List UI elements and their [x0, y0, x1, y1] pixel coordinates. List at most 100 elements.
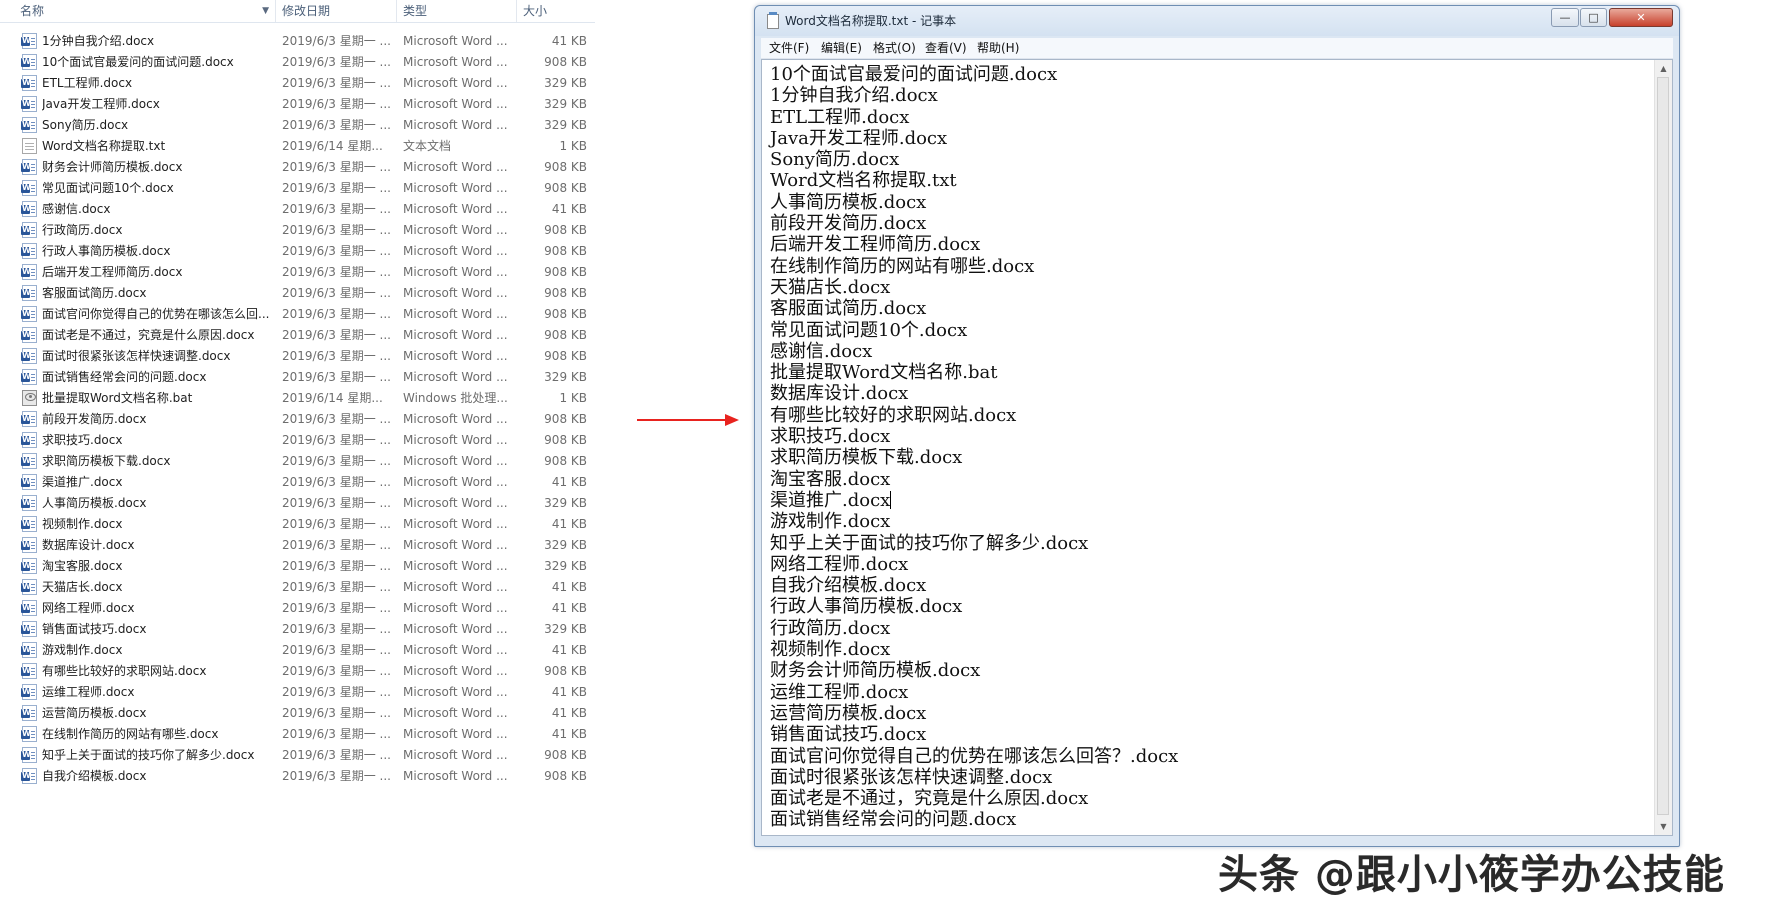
- text-line-content: 网络工程师.docx: [770, 553, 909, 575]
- file-size: 908 KB: [544, 55, 587, 69]
- file-name: 知乎上关于面试的技巧你了解多少.docx: [42, 748, 255, 762]
- file-type: Microsoft Word ...: [403, 55, 508, 69]
- file-date: 2019/6/3 星期一 ...: [282, 370, 391, 384]
- text-line: 知乎上关于面试的技巧你了解多少.docx: [770, 533, 1640, 554]
- text-line-content: 感谢信.docx: [770, 340, 873, 362]
- file-row[interactable]: 感谢信.docx 2019/6/3 星期一 ... Microsoft Word .…: [0, 199, 595, 220]
- text-line: 面试老是不通过，究竟是什么原因.docx: [770, 788, 1640, 809]
- batch-file-icon: [22, 390, 37, 406]
- menu-format[interactable]: 格式(O): [873, 38, 916, 58]
- file-row[interactable]: 后端开发工程师简历.docx 2019/6/3 星期一 ... Microsoft …: [0, 262, 595, 283]
- file-type: Microsoft Word ...: [403, 601, 508, 615]
- file-size: 41 KB: [551, 706, 587, 720]
- file-size: 41 KB: [551, 643, 587, 657]
- file-row[interactable]: 运维工程师.docx 2019/6/3 星期一 ... Microsoft Word…: [0, 682, 595, 703]
- file-row[interactable]: 数据库设计.docx 2019/6/3 星期一 ... Microsoft Word…: [0, 535, 595, 556]
- file-row[interactable]: 1分钟自我介绍.docx 2019/6/3 星期一 ... Microsoft Wo…: [0, 31, 595, 52]
- word-doc-icon: [21, 306, 37, 322]
- file-row[interactable]: 面试老是不通过，究竟是什么原因.docx 2019/6/3 星期一 ... Micr…: [0, 325, 595, 346]
- file-row[interactable]: 10个面试官最爱问的面试问题.docx 2019/6/3 星期一 ... Micro…: [0, 52, 595, 73]
- file-name: Sony简历.docx: [42, 118, 129, 132]
- file-row[interactable]: 行政简历.docx 2019/6/3 星期一 ... Microsoft Word …: [0, 220, 595, 241]
- file-name: 求职技巧.docx: [42, 433, 123, 447]
- file-type: Microsoft Word ...: [403, 454, 508, 468]
- file-type: Microsoft Word ...: [403, 265, 508, 279]
- file-row[interactable]: 在线制作简历的网站有哪些.docx 2019/6/3 星期一 ... Microso…: [0, 724, 595, 745]
- scroll-down-arrow-icon[interactable]: ▼: [1655, 818, 1672, 835]
- menu-edit[interactable]: 编辑(E): [821, 38, 862, 58]
- word-doc-icon: [21, 54, 37, 70]
- file-row[interactable]: 求职技巧.docx 2019/6/3 星期一 ... Microsoft Word …: [0, 430, 595, 451]
- file-row[interactable]: 渠道推广.docx 2019/6/3 星期一 ... Microsoft Word …: [0, 472, 595, 493]
- menu-file[interactable]: 文件(F): [769, 38, 809, 58]
- text-line: 1分钟自我介绍.docx: [770, 85, 1640, 106]
- file-row[interactable]: 游戏制作.docx 2019/6/3 星期一 ... Microsoft Word …: [0, 640, 595, 661]
- file-row[interactable]: 行政人事简历模板.docx 2019/6/3 星期一 ... Microsoft W…: [0, 241, 595, 262]
- menu-view[interactable]: 查看(V): [925, 38, 967, 58]
- close-button[interactable]: ✕: [1609, 8, 1673, 27]
- file-row[interactable]: 面试官问你觉得自己的优势在哪该怎么回... 2019/6/3 星期一 ... Mic…: [0, 304, 595, 325]
- text-line-content: 行政简历.docx: [770, 617, 891, 639]
- maximize-button[interactable]: □: [1580, 8, 1607, 27]
- file-row[interactable]: 知乎上关于面试的技巧你了解多少.docx 2019/6/3 星期一 ... Micr…: [0, 745, 595, 766]
- text-line-content: 有哪些比较好的求职网站.docx: [770, 404, 1017, 426]
- text-content[interactable]: 10个面试官最爱问的面试问题.docx 1分钟自我介绍.docx ETL工程师.do…: [770, 64, 1640, 831]
- file-row[interactable]: 前段开发简历.docx 2019/6/3 星期一 ... Microsoft Wor…: [0, 409, 595, 430]
- file-row[interactable]: 运营简历模板.docx 2019/6/3 星期一 ... Microsoft Wor…: [0, 703, 595, 724]
- file-size: 908 KB: [544, 433, 587, 447]
- word-doc-icon: [21, 495, 37, 511]
- file-date: 2019/6/3 星期一 ...: [282, 496, 391, 510]
- file-size: 908 KB: [544, 181, 587, 195]
- text-line: Java开发工程师.docx: [770, 128, 1640, 149]
- file-row[interactable]: 销售面试技巧.docx 2019/6/3 星期一 ... Microsoft Wor…: [0, 619, 595, 640]
- scroll-up-arrow-icon[interactable]: ▲: [1655, 60, 1672, 77]
- file-date: 2019/6/3 星期一 ...: [282, 181, 391, 195]
- file-size: 1 KB: [559, 391, 587, 405]
- file-row[interactable]: 客服面试简历.docx 2019/6/3 星期一 ... Microsoft Wor…: [0, 283, 595, 304]
- file-type: Microsoft Word ...: [403, 370, 508, 384]
- file-row[interactable]: 淘宝客服.docx 2019/6/3 星期一 ... Microsoft Word …: [0, 556, 595, 577]
- file-date: 2019/6/3 星期一 ...: [282, 349, 391, 363]
- chevron-down-icon[interactable]: ▼: [262, 0, 269, 22]
- word-doc-icon: [21, 369, 37, 385]
- file-size: 908 KB: [544, 454, 587, 468]
- file-name: 数据库设计.docx: [42, 538, 135, 552]
- file-row[interactable]: 批量提取Word文档名称.bat 2019/6/14 星期... Windows 批…: [0, 388, 595, 409]
- file-row[interactable]: 视频制作.docx 2019/6/3 星期一 ... Microsoft Word …: [0, 514, 595, 535]
- notepad-icon: [767, 12, 779, 29]
- file-row[interactable]: 人事简历模板.docx 2019/6/3 星期一 ... Microsoft Wor…: [0, 493, 595, 514]
- file-size: 908 KB: [544, 748, 587, 762]
- column-header-size[interactable]: 大小: [517, 0, 595, 22]
- menu-help[interactable]: 帮助(H): [977, 38, 1019, 58]
- text-line-content: 面试官问你觉得自己的优势在哪该怎么回答？.docx: [770, 745, 1179, 767]
- text-line: 10个面试官最爱问的面试问题.docx: [770, 64, 1640, 85]
- file-row[interactable]: 自我介绍模板.docx 2019/6/3 星期一 ... Microsoft Wor…: [0, 766, 595, 787]
- file-row[interactable]: 有哪些比较好的求职网站.docx 2019/6/3 星期一 ... Microsof…: [0, 661, 595, 682]
- file-row[interactable]: 常见面试问题10个.docx 2019/6/3 星期一 ... Microsoft …: [0, 178, 595, 199]
- file-row[interactable]: Word文档名称提取.txt 2019/6/14 星期... 文本文档 1 KB: [0, 136, 595, 157]
- file-row[interactable]: ETL工程师.docx 2019/6/3 星期一 ... Microsoft Wor…: [0, 73, 595, 94]
- text-editor[interactable]: 10个面试官最爱问的面试问题.docx 1分钟自我介绍.docx ETL工程师.do…: [761, 59, 1673, 836]
- minimize-button[interactable]: —: [1551, 8, 1579, 27]
- column-header-type[interactable]: 类型: [397, 0, 517, 22]
- word-doc-icon: [21, 201, 37, 217]
- vertical-scrollbar[interactable]: ▲ ▼: [1654, 60, 1672, 835]
- file-row[interactable]: Sony简历.docx 2019/6/3 星期一 ... Microsoft Wor…: [0, 115, 595, 136]
- file-row[interactable]: 面试销售经常会问的问题.docx 2019/6/3 星期一 ... Microsof…: [0, 367, 595, 388]
- file-type: Microsoft Word ...: [403, 559, 508, 573]
- file-row[interactable]: 求职简历模板下载.docx 2019/6/3 星期一 ... Microsoft W…: [0, 451, 595, 472]
- file-type: Microsoft Word ...: [403, 643, 508, 657]
- file-row[interactable]: 网络工程师.docx 2019/6/3 星期一 ... Microsoft Word…: [0, 598, 595, 619]
- file-date: 2019/6/3 星期一 ...: [282, 307, 391, 321]
- column-header-name[interactable]: 名称 ▼: [14, 0, 276, 22]
- file-row[interactable]: 天猫店长.docx 2019/6/3 星期一 ... Microsoft Word …: [0, 577, 595, 598]
- scrollbar-thumb[interactable]: [1657, 77, 1669, 815]
- text-line: 自我介绍模板.docx: [770, 575, 1640, 596]
- file-date: 2019/6/3 星期一 ...: [282, 412, 391, 426]
- text-caret: [890, 490, 892, 509]
- title-bar[interactable]: Word文档名称提取.txt - 记事本 — □ ✕: [755, 6, 1679, 36]
- column-header-date[interactable]: 修改日期: [276, 0, 397, 22]
- file-row[interactable]: 财务会计师简历模板.docx 2019/6/3 星期一 ... Microsoft …: [0, 157, 595, 178]
- file-row[interactable]: Java开发工程师.docx 2019/6/3 星期一 ... Microsoft …: [0, 94, 595, 115]
- file-row[interactable]: 面试时很紧张该怎样快速调整.docx 2019/6/3 星期一 ... Micros…: [0, 346, 595, 367]
